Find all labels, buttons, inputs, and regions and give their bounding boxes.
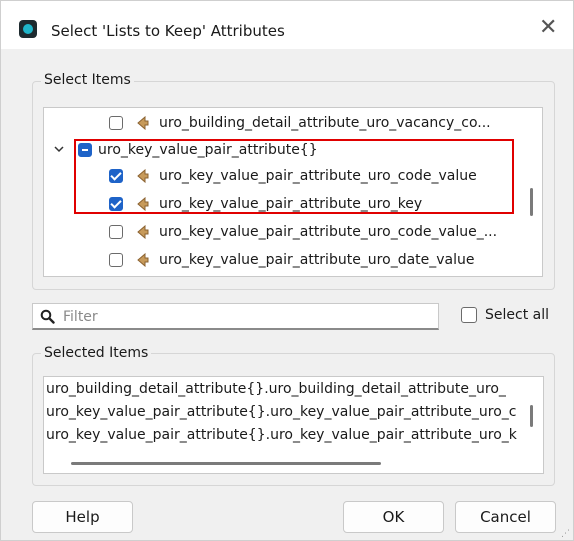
tree-item-label: uro_building_detail_attribute_uro_vacanc… (159, 115, 491, 131)
resize-grip-icon[interactable]: ⋰ (561, 529, 570, 539)
tree-item[interactable]: uro_key_value_pair_attribute_uro_code_va… (109, 220, 497, 244)
help-button[interactable]: Help (32, 501, 133, 533)
tree-item-checkbox[interactable] (109, 253, 123, 267)
selected-items-vscrollbar[interactable] (530, 405, 533, 427)
window-title: Select 'Lists to Keep' Attributes (51, 22, 285, 40)
chevron-down-icon[interactable] (52, 143, 66, 158)
tree-item-label: uro_key_value_pair_attribute_uro_code_va… (159, 224, 498, 240)
tree-item-checkbox[interactable] (109, 225, 123, 239)
ok-button[interactable]: OK (343, 501, 444, 533)
highlight-box (74, 139, 514, 214)
selected-items-hscrollbar[interactable] (71, 462, 381, 465)
tree-item[interactable]: uro_key_value_pair_attribute_uro_date_va… (109, 248, 475, 272)
select-all-checkbox[interactable] (461, 307, 477, 323)
app-icon (19, 20, 37, 38)
selected-items-label: Selected Items (41, 345, 152, 361)
tree-item[interactable]: uro_building_detail_attribute_uro_vacanc… (109, 111, 491, 135)
select-all-label: Select all (485, 307, 549, 323)
selected-item: uro_key_value_pair_attribute{}.uro_key_v… (46, 404, 517, 420)
filter-field[interactable] (32, 303, 439, 330)
tree-item-checkbox[interactable] (109, 116, 123, 130)
selected-item: uro_building_detail_attribute{}.uro_buil… (46, 381, 506, 397)
select-items-label: Select Items (41, 72, 134, 88)
tree-scrollbar[interactable] (530, 188, 533, 216)
dialog-window: Select 'Lists to Keep' Attributes ✕ Sele… (0, 0, 574, 541)
select-all-toggle[interactable]: Select all (461, 307, 549, 323)
title-bar: Select 'Lists to Keep' Attributes ✕ (1, 1, 573, 49)
selected-items-list[interactable]: uro_building_detail_attribute{}.uro_buil… (43, 376, 544, 474)
close-icon[interactable]: ✕ (539, 15, 557, 41)
cancel-button[interactable]: Cancel (455, 501, 556, 533)
attribute-arrow-icon (135, 252, 149, 268)
filter-input[interactable] (61, 307, 435, 327)
selected-item: uro_key_value_pair_attribute{}.uro_key_v… (46, 427, 517, 443)
search-icon (40, 309, 55, 324)
tree-item-label: uro_key_value_pair_attribute_uro_date_va… (159, 252, 475, 268)
attribute-arrow-icon (135, 224, 149, 240)
attribute-arrow-icon (135, 115, 149, 131)
